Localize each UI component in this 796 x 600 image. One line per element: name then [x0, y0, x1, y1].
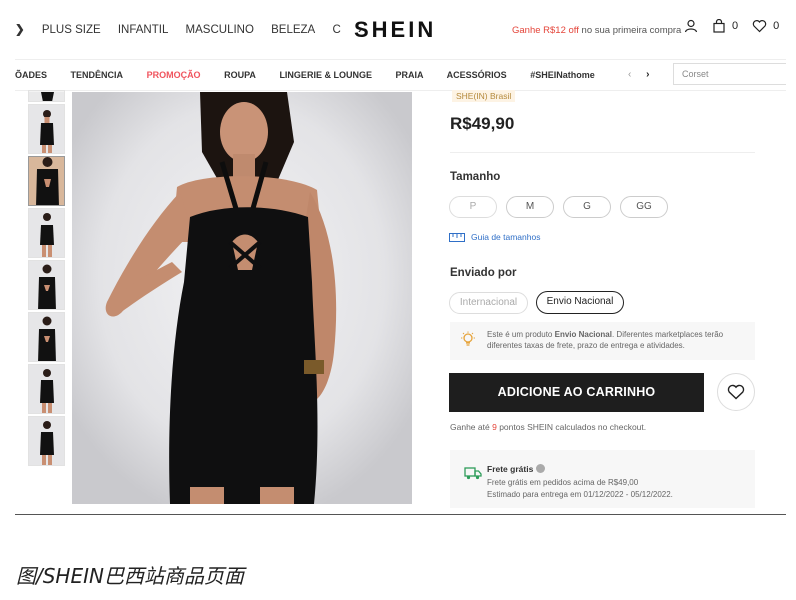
- size-guide-text: Guia de tamanhos: [471, 232, 541, 242]
- free-shipping-box: Frete grátis Frete grátis em pedidos aci…: [450, 450, 755, 508]
- header-icons: 0 0: [684, 19, 786, 33]
- points-info: Ganhe até 9 pontos SHEIN calculados no c…: [450, 422, 646, 432]
- category-roupa[interactable]: ROUPA: [224, 70, 256, 80]
- heart-icon: [727, 384, 745, 400]
- category-list: ÕADES TENDÊNCIA PROMOÇÃO ROUPA LINGERIE …: [15, 70, 616, 80]
- notice-bold: Envio Nacional: [554, 330, 612, 339]
- ship-option-nacional[interactable]: Envio Nacional: [536, 291, 624, 314]
- size-option-m[interactable]: M: [506, 196, 554, 218]
- free-shipping-threshold: Frete grátis em pedidos acima de R$49,00: [487, 478, 639, 487]
- shipping-label: Enviado por: [450, 267, 517, 279]
- thumbnail-2[interactable]: [28, 156, 65, 206]
- size-guide-link[interactable]: Guia de tamanhos: [449, 232, 540, 242]
- thumbnail-7[interactable]: [28, 416, 65, 466]
- truck-icon: [464, 467, 482, 480]
- size-option-p[interactable]: P: [449, 196, 497, 218]
- ship-option-internacional[interactable]: Internacional: [449, 292, 528, 314]
- category-praia[interactable]: PRAIA: [395, 70, 423, 80]
- promo-highlight: Ganhe R$12 off: [512, 25, 579, 36]
- category-sheinathome[interactable]: #SHEINathome: [530, 70, 595, 80]
- size-label: Tamanho: [450, 171, 501, 183]
- product-main-image[interactable]: [72, 92, 412, 504]
- notice-prefix: Este é um produto: [487, 330, 553, 339]
- category-promocao[interactable]: PROMOÇÃO: [147, 70, 201, 80]
- screenshot-frame: ❯ PLUS SIZE INFANTIL MASCULINO BELEZA C …: [15, 0, 786, 515]
- promo-banner[interactable]: Ganhe R$12 off no sua primeira compra: [512, 25, 681, 36]
- thumbnail-1[interactable]: [28, 104, 65, 154]
- cart-count: 0: [732, 20, 739, 32]
- cart-icon[interactable]: [712, 19, 726, 33]
- divider: [450, 152, 755, 153]
- user-icon[interactable]: [684, 19, 698, 33]
- nav-item-truncated[interactable]: C: [332, 24, 340, 36]
- notice-line-1: Este é um produto Envio Nacional. Difere…: [487, 329, 747, 340]
- nav-item-infantil[interactable]: INFANTIL: [118, 24, 168, 36]
- category-lingerie[interactable]: LINGERIE & LOUNGE: [279, 70, 372, 80]
- notice-line-2: diferentes taxas de frete, prazo de entr…: [487, 341, 685, 350]
- top-nav: ❯ PLUS SIZE INFANTIL MASCULINO BELEZA C …: [15, 22, 376, 36]
- wishlist-count: 0: [773, 20, 780, 32]
- category-tendencia[interactable]: TENDÊNCIA: [71, 70, 124, 80]
- category-acessorios[interactable]: ACESSÓRIOS: [447, 70, 507, 80]
- category-truncated[interactable]: ÕADES: [15, 70, 47, 80]
- thumbnail-6[interactable]: [28, 364, 65, 414]
- points-suffix: pontos SHEIN calculados no checkout.: [499, 422, 647, 432]
- product-price: R$49,90: [450, 114, 515, 133]
- separator-line: [15, 514, 786, 515]
- seller-tag[interactable]: SHE(IN) Brasil: [452, 90, 516, 102]
- thumbnail-3[interactable]: [28, 208, 65, 258]
- add-to-cart-button[interactable]: ADICIONE AO CARRINHO: [449, 373, 704, 412]
- shein-logo[interactable]: SHEIN: [354, 17, 436, 43]
- notice-rest: . Diferentes marketplaces terão: [611, 330, 724, 339]
- delivery-estimate: Estimado para entrega em 01/12/2022 - 05…: [487, 490, 673, 499]
- size-option-gg[interactable]: GG: [620, 196, 668, 218]
- size-option-g[interactable]: G: [563, 196, 611, 218]
- promo-text: no sua primeira compra: [581, 25, 682, 36]
- wishlist-button[interactable]: [717, 373, 755, 411]
- nav-scroll-left-icon[interactable]: ❯: [15, 24, 25, 36]
- free-shipping-title-text: Frete grátis: [487, 464, 534, 474]
- top-header: ❯ PLUS SIZE INFANTIL MASCULINO BELEZA C …: [15, 0, 786, 58]
- heart-icon[interactable]: [752, 19, 767, 33]
- points-value: 9: [492, 422, 497, 432]
- nav-item-masculino[interactable]: MASCULINO: [186, 24, 254, 36]
- image-caption: 图/SHEIN巴西站商品页面: [16, 564, 244, 588]
- thumbnail-4[interactable]: [28, 260, 65, 310]
- category-next-icon[interactable]: ›: [646, 69, 649, 80]
- category-arrows: ‹ ›: [628, 69, 649, 80]
- thumbnail-5[interactable]: [28, 312, 65, 362]
- nav-item-beleza[interactable]: BELEZA: [271, 24, 315, 36]
- shipping-notice: Este é um produto Envio Nacional. Difere…: [450, 322, 755, 360]
- category-bar: ÕADES TENDÊNCIA PROMOÇÃO ROUPA LINGERIE …: [15, 59, 786, 91]
- lightbulb-icon: [461, 331, 475, 346]
- category-prev-icon[interactable]: ‹: [628, 69, 631, 80]
- help-icon[interactable]: [535, 464, 545, 473]
- points-prefix: Ganhe até: [450, 422, 490, 432]
- free-shipping-title: Frete grátis: [487, 464, 545, 474]
- ruler-icon: [449, 232, 465, 242]
- nav-item-plus-size[interactable]: PLUS SIZE: [42, 24, 101, 36]
- search-input[interactable]: Corset: [673, 63, 786, 85]
- thumbnail-partial[interactable]: [28, 90, 65, 102]
